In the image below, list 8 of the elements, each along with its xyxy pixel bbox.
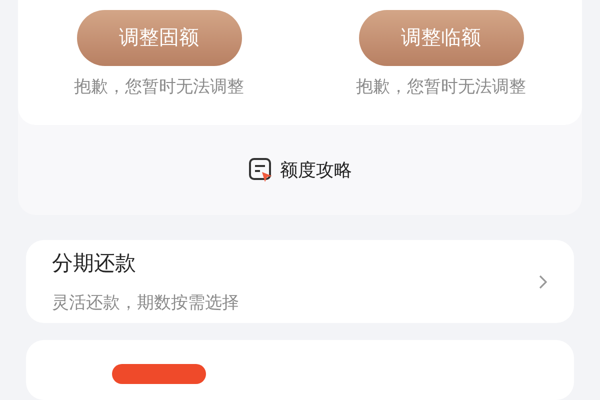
guide-link[interactable]: 额度攻略 bbox=[248, 156, 352, 184]
unavailable-note: 抱歉，您暂时无法调整 bbox=[356, 76, 526, 98]
document-cursor-icon bbox=[248, 156, 274, 184]
chevron-right-icon bbox=[538, 274, 548, 290]
unavailable-note: 抱歉，您暂时无法调整 bbox=[74, 76, 244, 98]
card-subtitle: 灵活还款，期数按需选择 bbox=[52, 292, 239, 314]
installment-card[interactable]: 分期还款 灵活还款，期数按需选择 bbox=[26, 240, 574, 323]
card-title: 分期还款 bbox=[52, 251, 137, 277]
